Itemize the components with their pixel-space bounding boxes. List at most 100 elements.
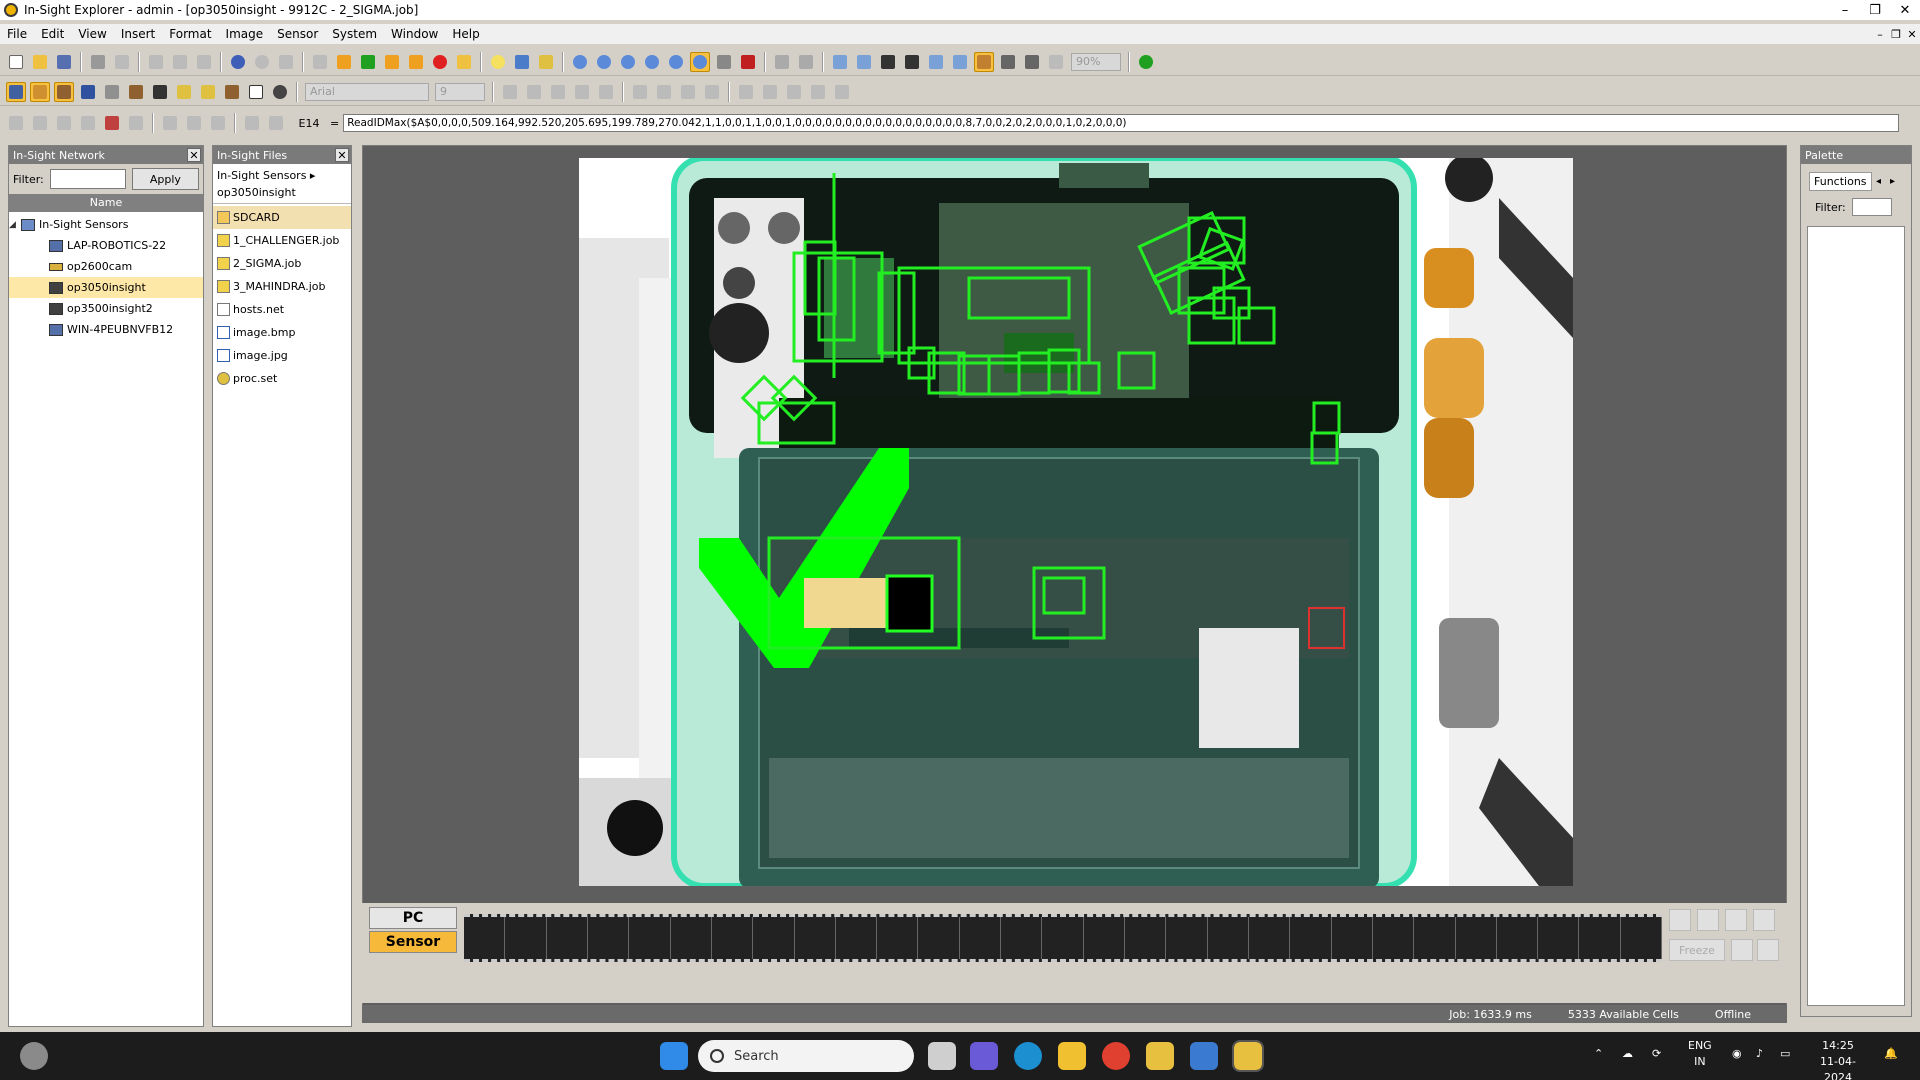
zoom-in-icon[interactable]: [570, 52, 590, 72]
table-icon[interactable]: [854, 52, 874, 72]
tab-scroll-left-icon[interactable]: ◂: [1872, 176, 1886, 187]
play-icon[interactable]: [358, 52, 378, 72]
clear-trace-icon[interactable]: [784, 82, 804, 102]
next-image-icon[interactable]: [382, 52, 402, 72]
absolute-ref-icon[interactable]: [160, 113, 180, 133]
zoom-out-icon[interactable]: [594, 52, 614, 72]
menu-edit[interactable]: Edit: [34, 27, 71, 41]
mdi-restore-button[interactable]: ❐: [1888, 28, 1904, 41]
live-icon[interactable]: [512, 52, 532, 72]
copy-job-icon[interactable]: [198, 82, 218, 102]
cancel-edit-icon[interactable]: [266, 113, 286, 133]
sensor-button[interactable]: Sensor: [369, 931, 457, 953]
file-item-mahindra-job[interactable]: 3_MAHINDRA.job: [213, 275, 351, 298]
clear-frames-icon[interactable]: [1757, 939, 1779, 961]
snipping-tool-icon[interactable]: [1190, 1042, 1218, 1070]
first-frame-icon[interactable]: [1669, 909, 1691, 931]
custom-view-icon[interactable]: [126, 113, 146, 133]
insert-ref-icon[interactable]: [208, 113, 228, 133]
snippet-icon[interactable]: [832, 82, 852, 102]
tray-overflow-icon[interactable]: ⌃: [1594, 1046, 1603, 1062]
in-sight-icon[interactable]: [1146, 1042, 1174, 1070]
redo-icon[interactable]: [252, 52, 272, 72]
mdi-minimize-button[interactable]: –: [1872, 28, 1888, 41]
tree-node-op2600cam[interactable]: op2600cam: [9, 256, 203, 277]
align-right-icon[interactable]: [596, 82, 616, 102]
align-left-icon[interactable]: [548, 82, 568, 102]
find-icon[interactable]: [276, 52, 296, 72]
cell-state-icon[interactable]: [808, 82, 828, 102]
cell-grid-icon[interactable]: [30, 113, 50, 133]
paste-icon[interactable]: [194, 52, 214, 72]
mdi-close-button[interactable]: ✕: [1904, 28, 1920, 41]
first-image-icon[interactable]: [310, 52, 330, 72]
trigger-icon[interactable]: [488, 52, 508, 72]
locate-part-icon[interactable]: [54, 81, 74, 102]
settings-icon[interactable]: [998, 52, 1018, 72]
set-up-image-icon[interactable]: [30, 81, 50, 102]
chart-icon[interactable]: [830, 52, 850, 72]
menu-format[interactable]: Format: [162, 27, 218, 41]
close-button[interactable]: ✕: [1890, 3, 1920, 18]
print-preview-icon[interactable]: [112, 52, 132, 72]
clock[interactable]: 14:25 11-04-2024: [1810, 1038, 1866, 1080]
tree-node-win-4peubnvfb12[interactable]: WIN-4PEUBNVFB12: [9, 319, 203, 340]
relative-ref-icon[interactable]: [184, 113, 204, 133]
file-item-hosts-net[interactable]: hosts.net: [213, 298, 351, 321]
save-job-icon[interactable]: [126, 82, 146, 102]
zoom-tool-icon[interactable]: [690, 51, 710, 72]
formula-input[interactable]: ReadIDMax($A$0,0,0,0,509.164,992.520,205…: [343, 114, 1900, 132]
teams-icon[interactable]: [970, 1042, 998, 1070]
font-name-dropdown[interactable]: Arial: [305, 82, 429, 101]
zoom-fill-icon[interactable]: [642, 52, 662, 72]
menu-sensor[interactable]: Sensor: [270, 27, 325, 41]
region-icon[interactable]: [102, 113, 122, 133]
sync-icon[interactable]: ⟳: [1652, 1046, 1661, 1062]
onedrive-icon[interactable]: ☁: [1622, 1046, 1633, 1062]
menu-help[interactable]: Help: [445, 27, 486, 41]
display-icon[interactable]: [878, 52, 898, 72]
menu-view[interactable]: View: [71, 27, 113, 41]
italic-icon[interactable]: [524, 82, 544, 102]
battery-icon[interactable]: ▭: [1780, 1046, 1790, 1062]
collapse-icon[interactable]: ◢: [9, 220, 21, 230]
in-sight-explorer-icon[interactable]: [1232, 1040, 1264, 1072]
undo-icon[interactable]: [228, 52, 248, 72]
start-icon[interactable]: [660, 1042, 688, 1070]
zoom-fit-icon[interactable]: [618, 52, 638, 72]
edge-icon[interactable]: [1014, 1042, 1042, 1070]
align-center-icon[interactable]: [572, 82, 592, 102]
tree-node-op3050insight[interactable]: op3050insight: [9, 277, 203, 298]
menu-image[interactable]: Image: [219, 27, 271, 41]
monitor-icon[interactable]: [902, 52, 922, 72]
edit-graphics-icon[interactable]: [78, 113, 98, 133]
chrome-icon[interactable]: [1102, 1042, 1130, 1070]
calibrate-icon[interactable]: [714, 52, 734, 72]
tree-node-root[interactable]: ◢ In-Sight Sensors: [9, 214, 203, 235]
record-icon[interactable]: [430, 52, 450, 72]
file-explorer-icon[interactable]: [1058, 1042, 1086, 1070]
pc-button[interactable]: PC: [369, 907, 457, 929]
last-image-icon[interactable]: [406, 52, 426, 72]
name-column-header[interactable]: Name: [9, 194, 203, 212]
file-item-image-bmp[interactable]: image.bmp: [213, 321, 351, 344]
image-folder-icon[interactable]: [454, 52, 474, 72]
font-size-dropdown[interactable]: 9: [435, 82, 485, 101]
menu-system[interactable]: System: [325, 27, 384, 41]
taskbar-search[interactable]: Search: [698, 1040, 914, 1072]
cell-graphic-icon[interactable]: [6, 113, 26, 133]
configure-results-icon[interactable]: [102, 82, 122, 102]
dependency-icon[interactable]: [736, 82, 756, 102]
grid-icon[interactable]: [926, 52, 946, 72]
spreadsheet-icon[interactable]: [772, 52, 792, 72]
previous-frame-icon[interactable]: [1697, 909, 1719, 931]
trace-icon[interactable]: [760, 82, 780, 102]
export-icon[interactable]: [222, 82, 242, 102]
tree-node-lap-robotics[interactable]: LAP-ROBOTICS-22: [9, 235, 203, 256]
maximize-button[interactable]: ❐: [1860, 3, 1890, 18]
minimize-button[interactable]: –: [1830, 3, 1860, 18]
print-sensor-icon[interactable]: [1046, 52, 1066, 72]
online-icon[interactable]: [1136, 52, 1156, 72]
file-item-proc-set[interactable]: proc.set: [213, 367, 351, 390]
functions-list[interactable]: [1807, 226, 1905, 1006]
